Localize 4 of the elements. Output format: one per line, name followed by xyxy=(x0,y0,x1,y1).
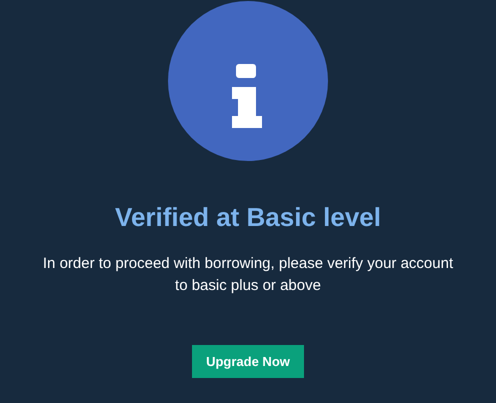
info-icon xyxy=(168,1,328,161)
status-title: Verified at Basic level xyxy=(115,201,381,233)
status-message: In order to proceed with borrowing, please verify your account to basic plus or above xyxy=(42,254,454,296)
upgrade-button[interactable]: Upgrade Now xyxy=(192,345,304,378)
